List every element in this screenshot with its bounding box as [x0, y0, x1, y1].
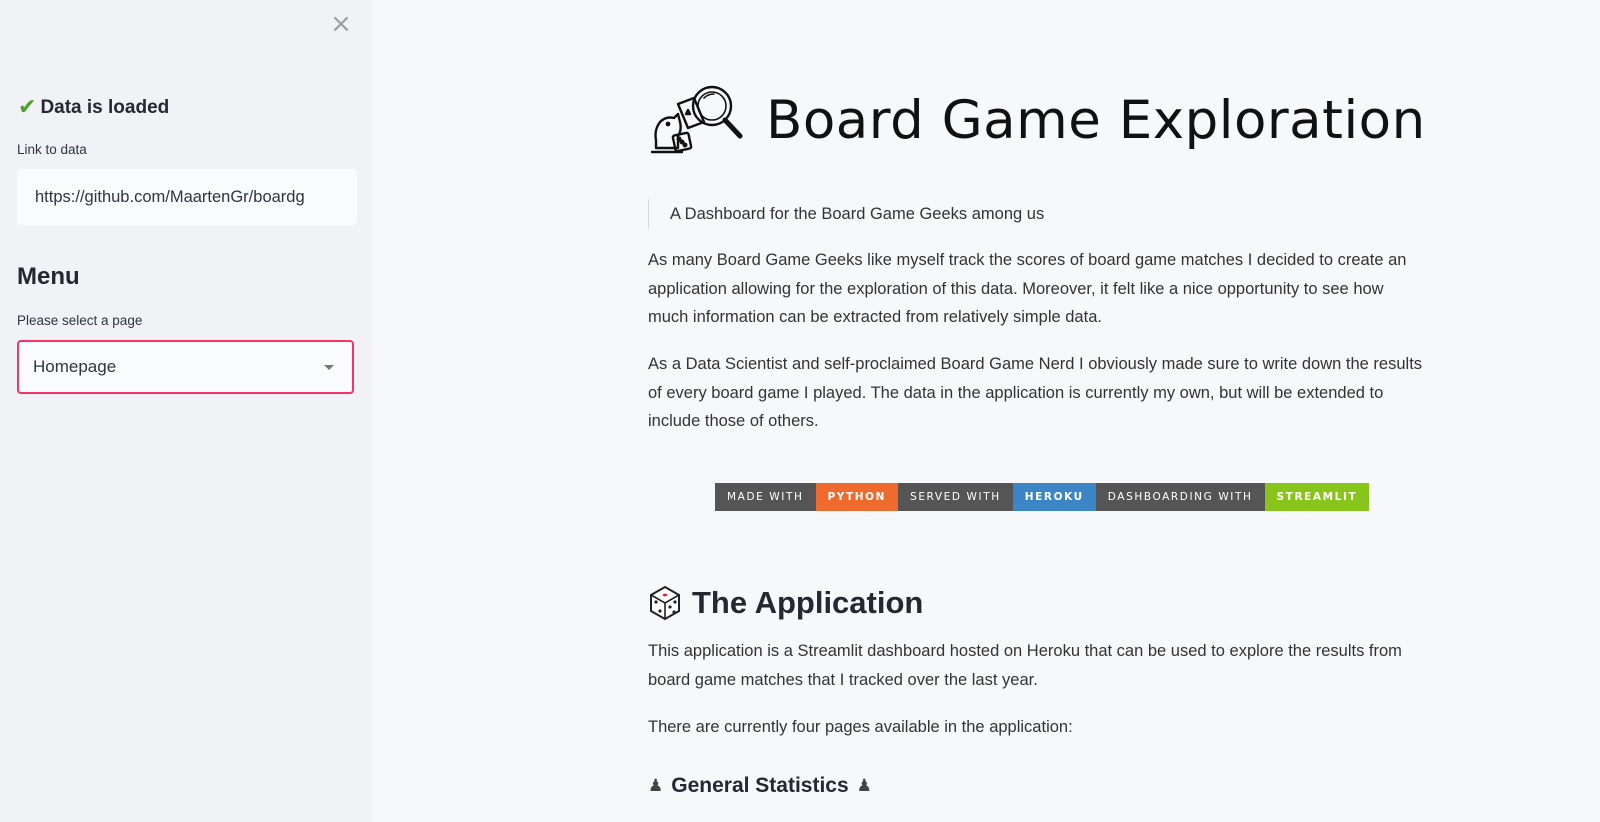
tagline-quote: A Dashboard for the Board Game Geeks amo… — [648, 199, 1044, 229]
chevron-down-icon — [324, 364, 334, 370]
close-sidebar-button[interactable]: × — [329, 9, 353, 39]
close-icon: × — [330, 9, 352, 39]
subsection-title-text: General Statistics — [671, 774, 849, 797]
select-label: Please select a page — [17, 313, 143, 328]
page-select-value: Homepage — [33, 357, 117, 376]
check-icon: ✔ — [18, 95, 37, 120]
board-game-logo-icon — [650, 85, 743, 154]
sidebar: × ✔ Data is loaded Link to data Menu Ple… — [0, 0, 372, 822]
chess-pawn-icon: ♟ — [648, 776, 664, 796]
subsection-general-statistics: ♟ General Statistics ♟ — [648, 774, 872, 798]
menu-title: Menu — [17, 263, 80, 290]
application-paragraph: This application is a Streamlit dashboar… — [648, 642, 1402, 689]
page-title: Board Game Exploration — [766, 89, 1426, 151]
intro-paragraph-1: As many Board Game Geeks like myself tra… — [648, 251, 1407, 326]
dice-icon — [650, 585, 680, 621]
python-badge-label[interactable]: MADE WITH — [715, 483, 816, 511]
streamlit-badge-value[interactable]: STREAMLIT — [1264, 483, 1370, 511]
heroku-badge-value[interactable]: HEROKU — [1012, 483, 1096, 511]
data-status: ✔ Data is loaded — [18, 97, 169, 119]
page-select[interactable]: Homepage — [17, 340, 354, 394]
python-badge-value[interactable]: PYTHON — [815, 483, 899, 511]
data-link-input[interactable] — [17, 169, 357, 225]
badges-row: MADE WITH PYTHON SERVED WITH HEROKU DASH… — [715, 483, 1370, 511]
pages-intro-paragraph: There are currently four pages available… — [648, 718, 1073, 736]
section-title-text: The Application — [692, 585, 924, 620]
status-text: Data is loaded — [40, 97, 170, 118]
heroku-badge-label[interactable]: SERVED WITH — [898, 483, 1013, 511]
section-title-application: The Application — [648, 585, 923, 621]
streamlit-badge-label[interactable]: DASHBOARDING WITH — [1095, 483, 1265, 511]
intro-paragraph-2: As a Data Scientist and self-proclaimed … — [648, 355, 1423, 430]
link-label: Link to data — [17, 142, 87, 157]
chess-pawn-icon: ♟ — [856, 776, 872, 796]
page-header: Board Game Exploration — [648, 82, 1426, 158]
